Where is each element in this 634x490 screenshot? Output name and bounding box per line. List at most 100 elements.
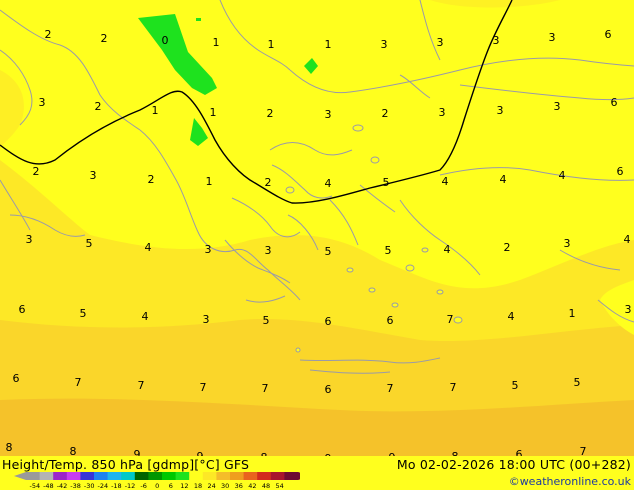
legend-tick-label: -42 [57,482,68,490]
temperature-label: 1 [152,104,159,117]
temperature-label: 7 [450,381,457,394]
legend-swatch [94,472,109,480]
legend-swatch [121,472,136,480]
temperature-label: 1 [210,106,217,119]
credit-link[interactable]: ©weatheronline.co.uk [509,475,631,488]
legend-swatch [202,472,217,480]
temperature-label: 2 [504,241,511,254]
temperature-label: 4 [624,233,631,246]
temperature-label: 6 [325,315,332,328]
temperature-label: 9 [325,452,332,456]
temperature-label: 1 [569,307,576,320]
legend-tick-label: 42 [248,482,256,490]
legend-tick-label: 12 [180,482,188,490]
legend-bar [14,472,300,480]
temperature-label: 5 [263,314,270,327]
legend-swatch [26,472,41,480]
map-canvas: 2 2 0 1 1 1 3 3 3 3 6 3 2 1 1 2 3 2 3 3 3 6 2 3 2 1 2 4 5 4 4 4 6 3 5 4 3 3 5 5… [0,0,634,456]
legend-tick-label: 30 [221,482,229,490]
temperature-label: 3 [437,36,444,49]
temperature-label: 8 [452,450,459,456]
temperature-label: 3 [26,233,33,246]
legend-tick-label: 18 [194,482,202,490]
temperature-label: 2 [101,32,108,45]
temperature-label: 4 [145,241,152,254]
legend-swatch [107,472,122,480]
temperature-label: 9 [197,450,204,456]
temperature-label: 4 [444,243,451,256]
temperature-label: 8 [6,441,13,454]
temperature-label: 7 [75,376,82,389]
legend-tick-label: 36 [235,482,243,490]
temperature-label: 3 [497,104,504,117]
temperature-label: 1 [213,36,220,49]
temperature-label: 1 [206,175,213,188]
temperature-label: 3 [90,169,97,182]
temperature-label: 4 [559,169,566,182]
temperature-label: 4 [500,173,507,186]
temperature-label: 3 [549,31,556,44]
freezing-band-dot [196,18,201,21]
legend-tick-label: -24 [97,482,108,490]
temperature-label: 8 [261,451,268,456]
temperature-label: 2 [45,28,52,41]
temperature-label: 5 [512,379,519,392]
temperature-label: 4 [508,310,515,323]
legend-tick-label: -48 [43,482,54,490]
temperature-label: 3 [564,237,571,250]
temperature-label: 4 [325,177,332,190]
temperature-label: 6 [617,165,624,178]
temperature-label: 2 [267,107,274,120]
legend-tick-label: 24 [207,482,215,490]
color-legend: -54 -48 -42 -38 -30 -24 -18 -12 -6 0 6 12 18 24 30 36 42… [14,472,300,490]
legend-tick-label: -18 [111,482,122,490]
legend-swatch [243,472,258,480]
temperature-label: 2 [148,173,155,186]
legend-swatch [162,472,177,480]
legend-swatch [53,472,68,480]
temperature-label: 8 [70,445,77,456]
legend-swatch [39,472,54,480]
legend-swatch [216,472,231,480]
temperature-label: 5 [325,245,332,258]
legend-tick-label: -6 [140,482,146,490]
temperature-label: 6 [516,448,523,456]
legend-swatch [230,472,245,480]
temperature-label: 7 [580,445,587,456]
temperature-label: 9 [134,448,141,456]
temperature-label: 6 [325,383,332,396]
legend-tick-label: -12 [125,482,136,490]
legend-swatch [134,472,149,480]
temperature-label: 5 [86,237,93,250]
legend-swatch [189,472,204,480]
legend-swatch [66,472,81,480]
temperature-label: 6 [19,303,26,316]
temperature-label: 3 [439,106,446,119]
temperature-label: 6 [13,372,20,385]
temperature-label: 3 [39,96,46,109]
temperature-label: 6 [611,96,618,109]
temperature-label: 5 [80,307,87,320]
legend-tick-label: 6 [169,482,173,490]
legend-swatch [175,472,190,480]
legend-tick-label: -54 [29,482,40,490]
temperature-label: 3 [325,108,332,121]
legend-swatch [270,472,285,480]
temperature-label: 3 [381,38,388,51]
temperature-label: 2 [33,165,40,178]
legend-arrow-high [298,472,300,480]
temperature-label: 4 [142,310,149,323]
temperature-label: 7 [387,382,394,395]
legend-swatch [257,472,272,480]
legend-tick-label: 48 [262,482,270,490]
temperature-label: 7 [262,382,269,395]
legend-tick-label: 0 [155,482,159,490]
legend-tick-label: -38 [70,482,81,490]
temperature-label: 1 [268,38,275,51]
valid-time: Mo 02-02-2026 18:00 UTC (00+282) [396,457,631,472]
temperature-label: 3 [493,34,500,47]
temperature-label: 5 [383,176,390,189]
weather-map: 2201113333632112323336232124544463543355… [0,0,634,490]
legend-tick-label: 54 [275,482,283,490]
legend-swatch [284,472,299,480]
